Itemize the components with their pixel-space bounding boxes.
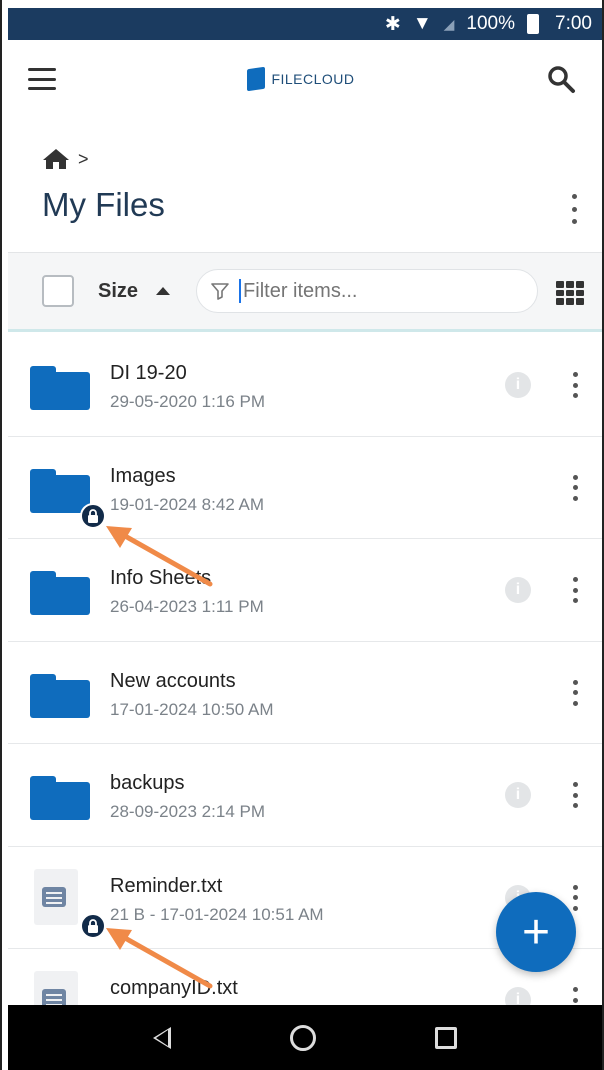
- item-name: New accounts: [110, 669, 236, 692]
- battery-text: 100%: [466, 13, 516, 34]
- item-meta: 17-01-2024 10:50 AM: [110, 699, 274, 719]
- item-meta: 28-09-2023 2:14 PM: [110, 802, 265, 821]
- breadcrumb: >: [42, 148, 89, 170]
- list-item[interactable]: DI 19-20 29-05-2020 1:16 PM i: [8, 334, 602, 437]
- hamburger-menu-icon[interactable]: [28, 68, 56, 90]
- home-icon[interactable]: [42, 148, 70, 170]
- folder-icon: [30, 673, 90, 718]
- more-options-icon[interactable]: [570, 372, 580, 398]
- app-bar: FILECLOUD: [8, 40, 602, 118]
- sort-by-label[interactable]: Size: [98, 280, 138, 303]
- item-name: Reminder.txt: [110, 874, 223, 897]
- page-title: My Files: [42, 186, 165, 223]
- clock-time: 7:00: [555, 13, 592, 34]
- filecloud-logo-icon: [247, 66, 266, 92]
- annotation-arrow-icon: [106, 526, 213, 587]
- list-item[interactable]: Images 19-01-2024 8:42 AM: [8, 437, 602, 539]
- bluetooth-icon: ✱: [384, 13, 401, 35]
- brand-logo: FILECLOUD: [247, 66, 355, 92]
- signal-icon: ◢: [443, 15, 455, 32]
- add-button[interactable]: +: [496, 892, 576, 972]
- brand-name: FILECLOUD: [271, 71, 355, 87]
- info-icon[interactable]: i: [505, 577, 531, 603]
- list-item[interactable]: Info Sheets 26-04-2023 1:11 PM i: [8, 539, 602, 642]
- more-options-icon[interactable]: [570, 577, 580, 603]
- item-meta: 26-04-2023 1:11 PM: [110, 597, 264, 616]
- more-options-icon[interactable]: [570, 474, 580, 501]
- info-icon[interactable]: i: [505, 782, 531, 808]
- filter-input[interactable]: [243, 279, 504, 303]
- list-item[interactable]: backups 28-09-2023 2:14 PM i: [8, 744, 602, 847]
- more-options-icon[interactable]: [570, 782, 580, 808]
- page-more-options-icon[interactable]: [568, 194, 580, 224]
- grid-view-icon[interactable]: [556, 281, 584, 305]
- list-item[interactable]: New accounts 17-01-2024 10:50 AM: [8, 642, 602, 744]
- item-name: DI 19-20: [110, 362, 187, 384]
- text-cursor: [239, 279, 242, 303]
- folder-icon: [30, 366, 90, 410]
- info-icon[interactable]: i: [505, 372, 531, 398]
- list-toolbar: Size: [8, 252, 602, 332]
- home-nav-icon[interactable]: [289, 1024, 316, 1051]
- breadcrumb-separator: >: [78, 148, 89, 169]
- text-file-icon: [30, 868, 106, 939]
- more-options-icon[interactable]: [570, 884, 580, 911]
- battery-icon: [527, 14, 543, 34]
- select-all-checkbox[interactable]: [42, 275, 74, 307]
- folder-icon: [30, 776, 90, 820]
- sort-ascending-icon[interactable]: [156, 287, 171, 295]
- android-nav-bar: [8, 1005, 602, 1070]
- filter-box[interactable]: [196, 269, 539, 313]
- folder-icon: [30, 468, 106, 529]
- search-icon[interactable]: [546, 64, 576, 94]
- annotation-arrow-icon: [106, 928, 213, 989]
- status-bar: ✱ ▼ ◢ 100% 7:00: [8, 8, 602, 40]
- folder-icon: [30, 571, 90, 615]
- filter-icon: [211, 283, 229, 300]
- wifi-icon: ▼: [412, 13, 432, 34]
- more-options-icon[interactable]: [570, 679, 580, 706]
- item-meta: 29-05-2020 1:16 PM: [110, 392, 265, 411]
- item-meta: 19-01-2024 8:42 AM: [110, 494, 265, 514]
- back-icon[interactable]: [153, 1026, 172, 1049]
- item-name: Images: [110, 464, 176, 487]
- item-name: backups: [110, 772, 185, 794]
- recent-apps-icon[interactable]: [434, 1026, 457, 1049]
